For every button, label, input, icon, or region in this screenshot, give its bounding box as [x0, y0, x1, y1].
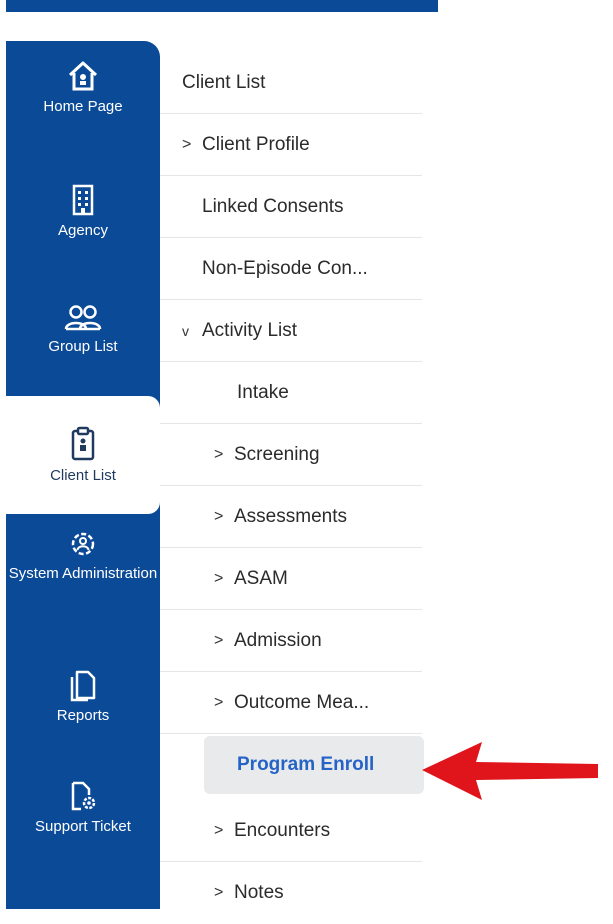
nav-item-reports[interactable]: Reports [6, 668, 160, 725]
chevron-right-icon: > [214, 884, 224, 901]
submenu-label: Activity List [202, 319, 298, 341]
submenu-item-admission[interactable]: > Admission [160, 610, 422, 672]
clipboard-icon [71, 426, 95, 460]
client-submenu: Client List > Client Profile Linked Cons… [160, 41, 438, 909]
settings-gear-icon [71, 532, 95, 556]
submenu-item-client-profile[interactable]: > Client Profile [160, 114, 422, 176]
submenu-label: Encounters [234, 819, 331, 841]
submenu-label: Program Enroll [237, 754, 375, 775]
submenu-item-asam[interactable]: > ASAM [160, 548, 422, 610]
submenu-label: Intake [237, 381, 289, 403]
nav-label: System Administration [8, 565, 158, 582]
nav-item-agency[interactable]: Agency [6, 183, 160, 240]
chevron-right-icon: > [182, 135, 192, 153]
ticket-gear-icon [71, 781, 96, 811]
submenu-label: Assessments [234, 505, 347, 527]
nav-label: Home Page [43, 98, 123, 115]
chevron-right-icon: > [214, 507, 224, 525]
submenu-label: Admission [234, 629, 322, 651]
submenu-item-activity-list[interactable]: v Activity List [160, 300, 422, 362]
red-arrow-annotation [422, 742, 598, 800]
nav-label: Client List [50, 466, 116, 484]
nav-item-group-list[interactable]: Group List [6, 303, 160, 356]
nav-label: Group List [48, 338, 118, 355]
submenu-item-assessments[interactable]: > Assessments [160, 486, 422, 548]
submenu-label: Client Profile [202, 133, 310, 155]
top-header-bar [6, 0, 438, 12]
submenu-item-outcome-measures[interactable]: > Outcome Mea... [160, 672, 422, 734]
chevron-right-icon: > [214, 445, 224, 463]
submenu-item-screening[interactable]: > Screening [160, 424, 422, 486]
group-icon [64, 305, 102, 331]
submenu-label: Non-Episode Con... [202, 257, 368, 279]
chevron-right-icon: > [214, 693, 224, 711]
document-copy-icon [70, 670, 96, 702]
submenu-label: Screening [234, 443, 320, 465]
submenu-label: Notes [234, 882, 284, 903]
nav-item-support-ticket[interactable]: Support Ticket [6, 779, 160, 836]
submenu-label: Linked Consents [202, 195, 344, 217]
submenu-item-notes[interactable]: > Notes [160, 862, 422, 924]
nav-label: Agency [57, 222, 109, 239]
chevron-right-icon: > [214, 569, 224, 587]
submenu-item-client-list[interactable]: Client List [160, 52, 422, 114]
submenu-item-intake[interactable]: Intake [160, 362, 422, 424]
chevron-right-icon: > [214, 631, 224, 649]
chevron-down-icon: v [182, 322, 189, 339]
submenu-label: Outcome Mea... [234, 691, 370, 713]
building-icon [72, 184, 94, 216]
nav-label: Support Ticket [35, 818, 131, 835]
submenu-label: Client List [182, 71, 266, 93]
submenu-item-non-episode-consents[interactable]: Non-Episode Con... [160, 238, 422, 300]
nav-item-system-administration[interactable]: System Administration [6, 528, 160, 583]
submenu-item-encounters[interactable]: > Encounters [160, 800, 422, 862]
submenu-label: ASAM [234, 567, 288, 589]
nav-item-client-list[interactable]: Client List [6, 396, 160, 514]
submenu-item-linked-consents[interactable]: Linked Consents [160, 176, 422, 238]
home-icon [68, 61, 98, 91]
submenu-item-program-enroll[interactable]: Program Enroll [204, 736, 424, 794]
chevron-right-icon: > [214, 821, 224, 839]
left-navigation: Home Page Agency Group List Client List [6, 41, 160, 909]
nav-item-home-page[interactable]: Home Page [6, 59, 160, 116]
nav-label: Reports [56, 707, 110, 724]
